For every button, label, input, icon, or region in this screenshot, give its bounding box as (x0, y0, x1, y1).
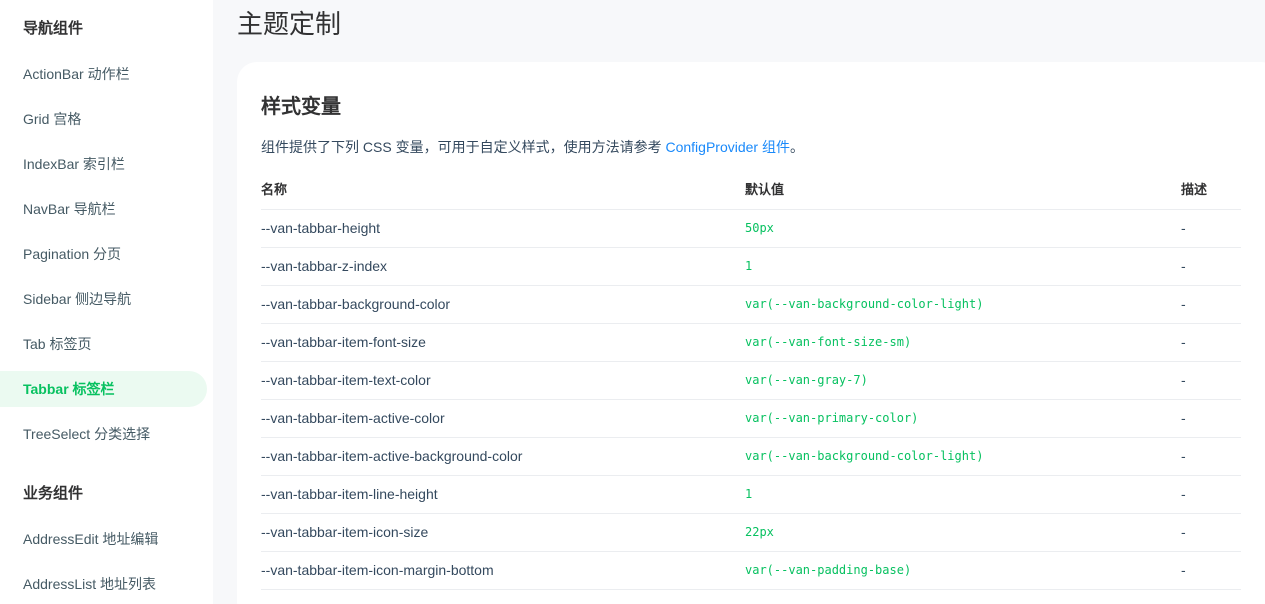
variable-name: --van-tabbar-height (261, 220, 381, 236)
variable-name: --van-tabbar-item-icon-margin-bottom (261, 562, 494, 578)
variable-desc: - (1181, 372, 1186, 388)
column-header-default: 默认值 (745, 182, 785, 197)
configprovider-link[interactable]: ConfigProvider 组件 (665, 139, 790, 155)
variable-name: --van-tabbar-item-text-color (261, 372, 431, 388)
section-title: 样式变量 (261, 96, 341, 118)
table-row: --van-tabbar-item-font-size var(--van-fo… (261, 324, 1241, 362)
description-text: 组件提供了下列 CSS 变量，可用于自定义样式，使用方法请参考 (261, 139, 666, 155)
table-row: --van-tabbar-height 50px - (261, 210, 1241, 248)
sidebar-item-grid[interactable]: Grid 宫格 (0, 101, 207, 137)
page-title: 主题定制 (237, 9, 342, 39)
sidebar-item-indexbar[interactable]: IndexBar 索引栏 (0, 146, 207, 182)
column-header-name: 名称 (261, 182, 288, 197)
variable-desc: - (1181, 296, 1186, 312)
variable-desc: - (1181, 562, 1186, 578)
sidebar-item-tabbar[interactable]: Tabbar 标签栏 (0, 371, 207, 407)
variable-default: 22px (745, 525, 774, 539)
variable-desc: - (1181, 334, 1186, 350)
css-variables-table: 名称 默认值 描述 --van-tabbar-height 50px - --v… (261, 172, 1241, 590)
variable-name: --van-tabbar-background-color (261, 296, 451, 312)
variable-desc: - (1181, 486, 1186, 502)
app-layout: 导航组件 ActionBar 动作栏 Grid 宫格 IndexBar 索引栏 … (0, 0, 1265, 604)
variable-name: --van-tabbar-item-icon-size (261, 524, 429, 540)
sidebar-item-navbar[interactable]: NavBar 导航栏 (0, 191, 207, 227)
variable-name: --van-tabbar-z-index (261, 258, 388, 274)
table-row: --van-tabbar-item-text-color var(--van-g… (261, 362, 1241, 400)
variable-default: 1 (745, 487, 753, 501)
variable-name: --van-tabbar-item-active-color (261, 410, 445, 426)
nav-group-title-navigation: 导航组件 (23, 20, 84, 37)
table-row: --van-tabbar-item-icon-margin-bottom var… (261, 552, 1241, 590)
variable-desc: - (1181, 410, 1186, 426)
table-header: 名称 默认值 描述 (261, 172, 1241, 210)
variable-desc: - (1181, 524, 1186, 540)
nav-group-title-business: 业务组件 (23, 485, 84, 502)
variable-default: var(--van-primary-color) (745, 411, 919, 425)
sidebar-item-tab[interactable]: Tab 标签页 (0, 326, 207, 362)
variable-desc: - (1181, 448, 1186, 464)
variable-name: --van-tabbar-item-font-size (261, 334, 426, 350)
description-suffix: 。 (789, 139, 804, 155)
sidebar-item-treeselect[interactable]: TreeSelect 分类选择 (0, 416, 207, 452)
table-row: --van-tabbar-z-index 1 - (261, 248, 1241, 286)
css-variables-card: 样式变量 组件提供了下列 CSS 变量，可用于自定义样式，使用方法请参考 Con… (237, 62, 1265, 604)
table-row: --van-tabbar-item-line-height 1 - (261, 476, 1241, 514)
sidebar-item-actionbar[interactable]: ActionBar 动作栏 (0, 56, 207, 92)
table-row: --van-tabbar-item-icon-size 22px - (261, 514, 1241, 552)
variable-name: --van-tabbar-item-line-height (261, 486, 438, 502)
main-content: 主题定制 样式变量 组件提供了下列 CSS 变量，可用于自定义样式，使用方法请参… (213, 0, 1265, 604)
column-header-desc: 描述 (1181, 182, 1208, 197)
variable-desc: - (1181, 258, 1186, 274)
variable-name: --van-tabbar-item-active-background-colo… (261, 448, 523, 464)
section-description: 组件提供了下列 CSS 变量，可用于自定义样式，使用方法请参考 ConfigPr… (261, 137, 804, 157)
sidebar-item-addressedit[interactable]: AddressEdit 地址编辑 (0, 521, 207, 557)
variable-default: var(--van-gray-7) (745, 373, 868, 387)
variable-default: 1 (745, 259, 753, 273)
table-row: --van-tabbar-item-active-background-colo… (261, 438, 1241, 476)
variable-default: 50px (745, 221, 774, 235)
variable-default: var(--van-background-color-light) (745, 449, 984, 463)
sidebar-item-sidebar[interactable]: Sidebar 侧边导航 (0, 281, 207, 317)
variable-desc: - (1181, 220, 1186, 236)
sidebar: 导航组件 ActionBar 动作栏 Grid 宫格 IndexBar 索引栏 … (0, 0, 213, 604)
variable-default: var(--van-font-size-sm) (745, 335, 912, 349)
sidebar-item-pagination[interactable]: Pagination 分页 (0, 236, 207, 272)
sidebar-item-addresslist[interactable]: AddressList 地址列表 (0, 566, 207, 602)
variable-default: var(--van-padding-base) (745, 563, 912, 577)
table-row: --van-tabbar-background-color var(--van-… (261, 286, 1241, 324)
variable-default: var(--van-background-color-light) (745, 297, 984, 311)
table-row: --van-tabbar-item-active-color var(--van… (261, 400, 1241, 438)
